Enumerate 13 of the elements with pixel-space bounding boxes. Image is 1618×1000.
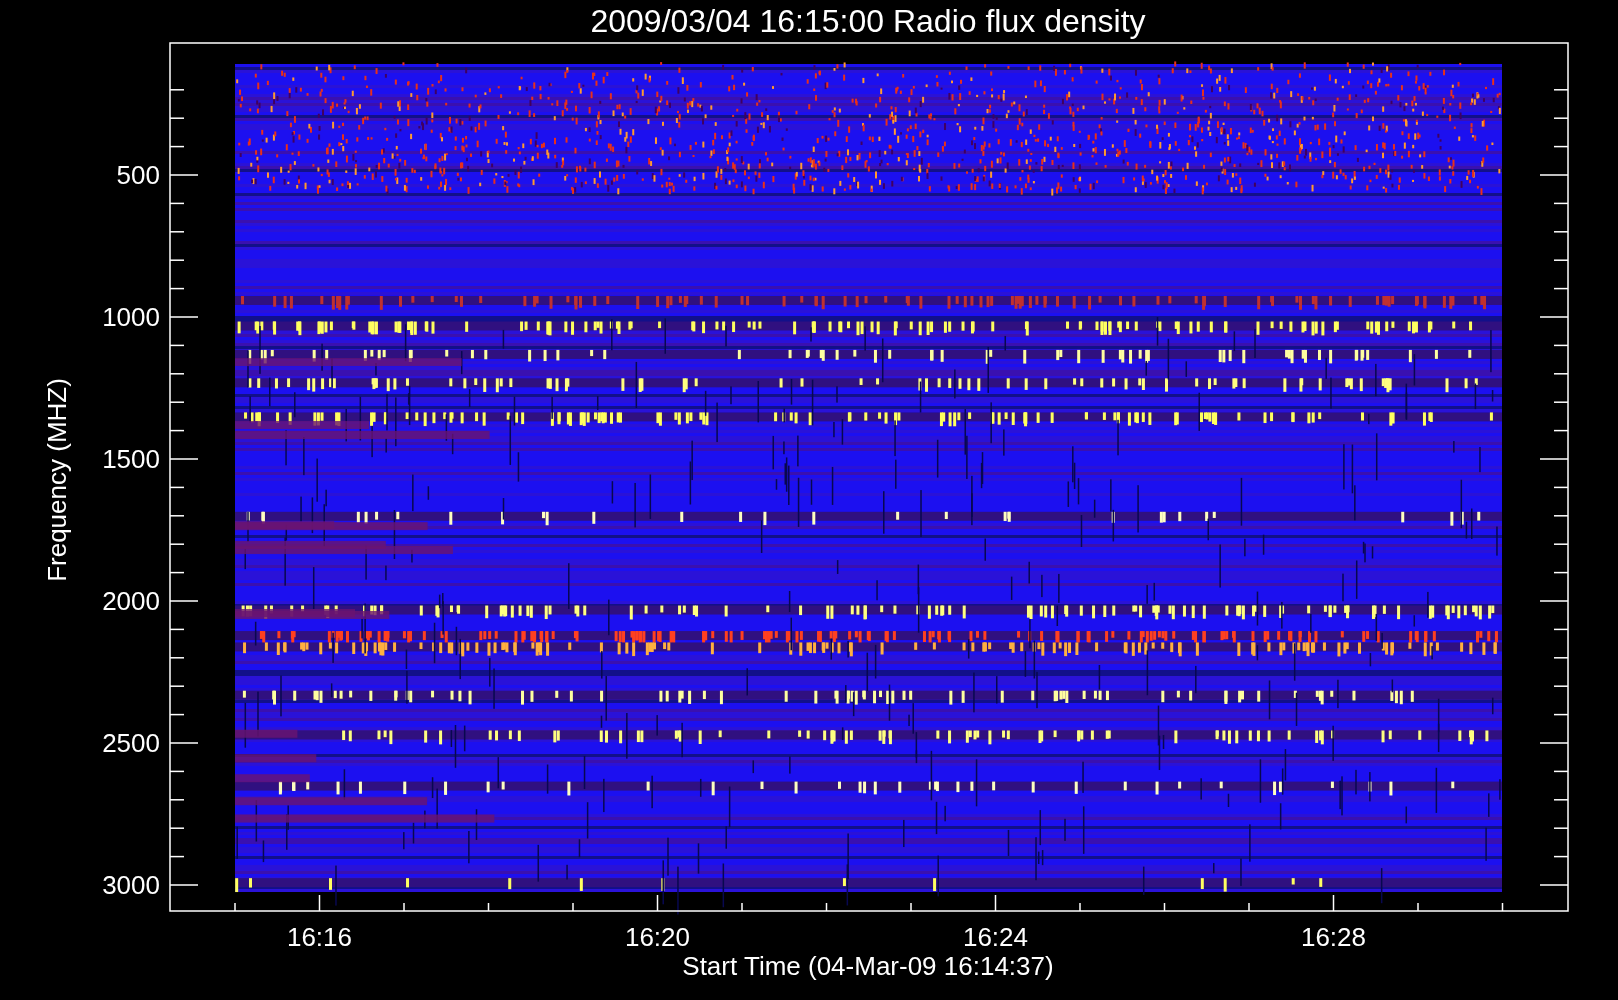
y-tick-label: 1500 <box>102 444 160 474</box>
y-tick-label: 2000 <box>102 586 160 616</box>
x-tick-label: 16:24 <box>962 922 1029 952</box>
x-tick-label: 16:20 <box>624 922 691 952</box>
y-tick-label: 1000 <box>102 302 160 332</box>
y-axis-label: Frequency (MHZ) <box>42 378 72 582</box>
y-tick-label: 2500 <box>102 728 160 758</box>
x-tick-label: 16:28 <box>1300 922 1367 952</box>
y-tick-label: 500 <box>116 160 160 190</box>
y-tick-label: 3000 <box>102 870 160 900</box>
x-tick-label: 16:16 <box>286 922 353 952</box>
x-axis-label: Start Time (04-Mar-09 16:14:37) <box>682 951 1054 981</box>
chart-title: 2009/03/04 16:15:00 Radio flux density <box>590 3 1146 39</box>
